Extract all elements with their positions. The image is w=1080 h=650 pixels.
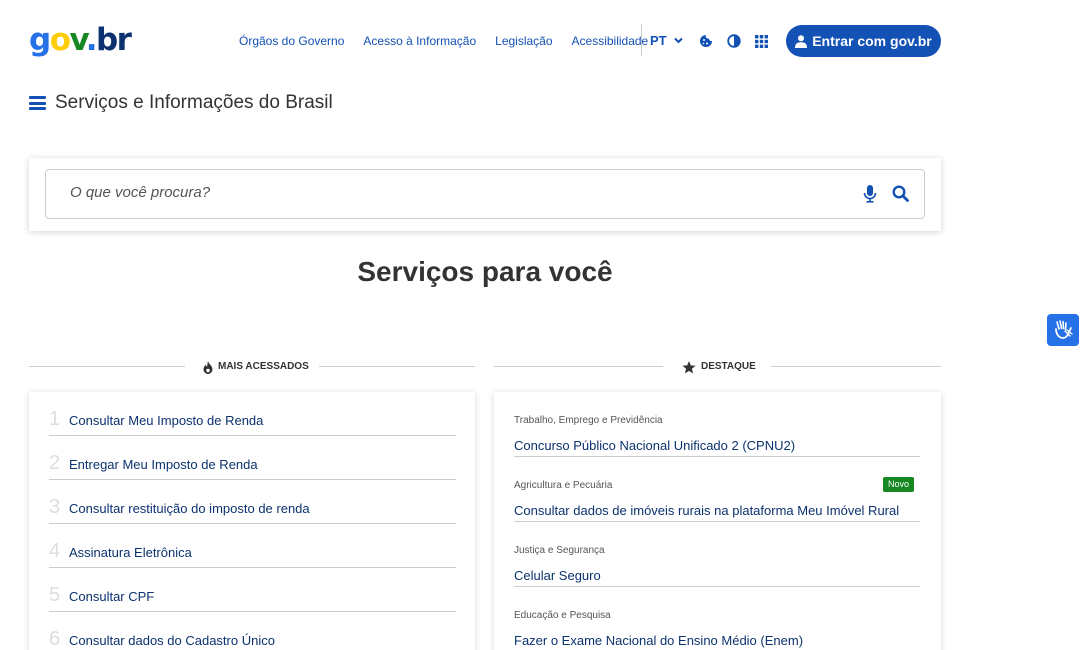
nav-acessibilidade[interactable]: Acessibilidade (572, 34, 649, 48)
nav-legislacao[interactable]: Legislação (495, 34, 552, 48)
item-number: 2 (49, 452, 61, 474)
fire-icon (203, 360, 213, 374)
apps-grid-icon[interactable] (754, 34, 768, 48)
item-number: 1 (49, 408, 61, 430)
mais-acessados-header: MAIS ACESSADOS (29, 360, 475, 374)
item-category: Trabalho, Emprego e Previdência (514, 415, 663, 426)
nav-divider (641, 24, 642, 56)
item-link[interactable]: Concurso Público Nacional Unificado 2 (C… (514, 438, 795, 453)
list-item[interactable]: 2 Entregar Meu Imposto de Renda (49, 436, 456, 480)
mais-acessados-card: 1 Consultar Meu Imposto de Renda 2 Entrega… (29, 392, 475, 650)
vlibras-button[interactable] (1047, 314, 1079, 346)
item-link[interactable]: Assinatura Eletrônica (69, 545, 192, 560)
services-title: Serviços para você (357, 256, 613, 287)
list-item[interactable]: 5 Consultar CPF (49, 568, 456, 612)
item-link[interactable]: Consultar CPF (69, 589, 154, 604)
list-item[interactable]: Agricultura e Pecuária Novo Consultar da… (514, 457, 920, 522)
item-link[interactable]: Entregar Meu Imposto de Renda (69, 457, 258, 472)
item-number: 6 (49, 628, 61, 650)
divider-line (319, 366, 475, 367)
item-link[interactable]: Consultar restituição do imposto de rend… (69, 501, 310, 516)
language-selector[interactable]: PT (650, 33, 683, 48)
divider-line (494, 366, 663, 367)
menu-icon[interactable] (29, 96, 46, 110)
divider-line (771, 366, 941, 367)
item-link[interactable]: Celular Seguro (514, 568, 601, 583)
search-input[interactable] (70, 184, 830, 201)
mais-acessados-label: MAIS ACESSADOS (218, 361, 309, 372)
search-box (45, 169, 925, 219)
item-link[interactable]: Consultar dados de imóveis rurais na pla… (514, 503, 899, 518)
login-button[interactable]: Entrar com gov.br (786, 25, 941, 57)
header: gov.br Órgãos do Governo Acesso à Inform… (0, 0, 1080, 82)
destaque-header: DESTAQUE (494, 360, 941, 374)
item-link[interactable]: Consultar dados do Cadastro Único (69, 633, 275, 648)
page-title: Serviços e Informações do Brasil (55, 92, 333, 113)
govbr-logo[interactable]: gov.br (29, 22, 132, 58)
item-number: 4 (49, 540, 61, 562)
list-item[interactable]: 3 Consultar restituição do imposto de ren… (49, 480, 456, 524)
login-button-label: Entrar com gov.br (812, 33, 932, 49)
item-category: Justiça e Segurança (514, 545, 605, 556)
destaque-list: Trabalho, Emprego e Previdência Concurso… (514, 392, 920, 650)
destaque-label: DESTAQUE (701, 361, 756, 372)
new-badge: Novo (882, 477, 914, 492)
item-number: 5 (49, 584, 61, 606)
item-category: Educação e Pesquisa (514, 610, 611, 621)
item-number: 3 (49, 496, 61, 518)
divider-line (29, 366, 185, 367)
list-item[interactable]: 4 Assinatura Eletrônica (49, 524, 456, 568)
destaque-card: Trabalho, Emprego e Previdência Concurso… (494, 392, 941, 650)
list-item[interactable]: Justiça e Segurança Celular Seguro (514, 522, 920, 587)
list-item[interactable]: 6 Consultar dados do Cadastro Único (49, 612, 456, 650)
list-item[interactable]: 1 Consultar Meu Imposto de Renda (49, 392, 456, 436)
search-panel (29, 158, 941, 231)
nav-orgaos-do-governo[interactable]: Órgãos do Governo (239, 34, 344, 48)
list-item[interactable]: Educação e Pesquisa Fazer o Exame Nacion… (514, 587, 920, 650)
item-link[interactable]: Consultar Meu Imposto de Renda (69, 413, 263, 428)
contrast-icon[interactable] (727, 34, 741, 48)
microphone-icon[interactable] (863, 185, 877, 203)
search-icon[interactable] (892, 185, 909, 202)
sign-language-hands-icon (1055, 320, 1073, 339)
user-icon (795, 34, 808, 48)
star-icon (682, 360, 696, 373)
item-link[interactable]: Fazer o Exame Nacional do Ensino Médio (… (514, 633, 803, 648)
top-nav: Órgãos do Governo Acesso à Informação Le… (239, 34, 667, 48)
cookie-icon[interactable] (699, 34, 713, 48)
mais-acessados-list: 1 Consultar Meu Imposto de Renda 2 Entrega… (49, 392, 456, 650)
language-label: PT (650, 33, 667, 48)
nav-acesso-a-informacao[interactable]: Acesso à Informação (363, 34, 476, 48)
page-header: Serviços e Informações do Brasil (29, 92, 333, 114)
list-item[interactable]: Trabalho, Emprego e Previdência Concurso… (514, 392, 920, 457)
item-category: Agricultura e Pecuária (514, 480, 613, 491)
chevron-down-icon (673, 37, 683, 44)
